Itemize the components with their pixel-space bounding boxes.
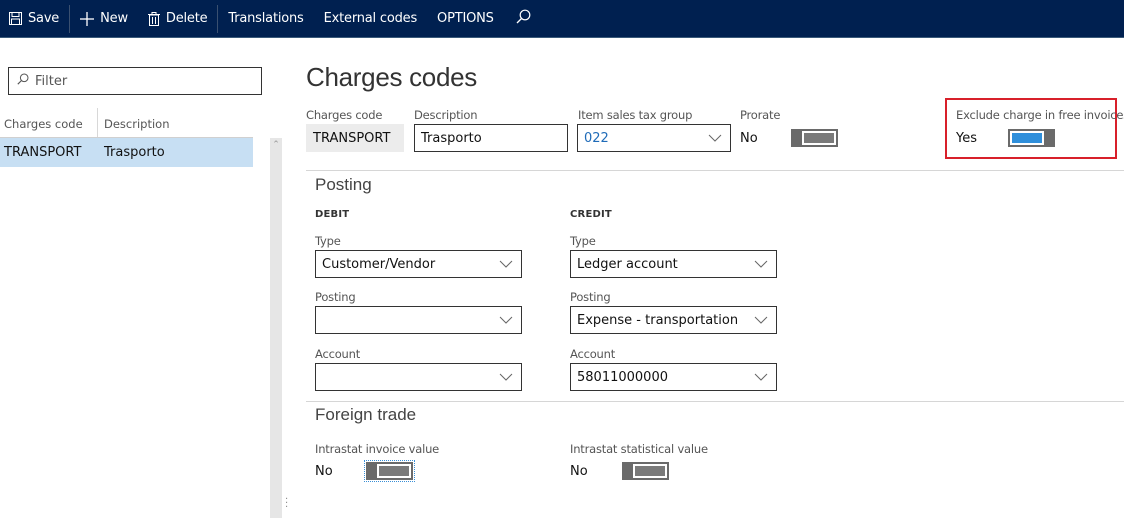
- chevron-down-icon: [754, 373, 768, 381]
- options-tab[interactable]: OPTIONS: [427, 0, 504, 38]
- save-button[interactable]: Save: [0, 0, 69, 38]
- external-codes-button[interactable]: External codes: [314, 0, 427, 38]
- credit-account-value: 58011000000: [577, 369, 668, 385]
- intrastat-invoice-value-label: Intrastat invoice value: [315, 442, 440, 456]
- section-divider: [306, 170, 1124, 171]
- prorate-label: Prorate: [740, 108, 781, 122]
- save-icon: [9, 12, 22, 25]
- credit-type-value: Ledger account: [577, 256, 678, 272]
- column-header-charges-code[interactable]: Charges code: [0, 108, 98, 137]
- chevron-down-icon: [754, 316, 768, 324]
- new-label: New: [100, 11, 128, 26]
- credit-account-label: Account: [570, 347, 616, 361]
- section-divider: [306, 401, 1124, 402]
- search-button[interactable]: [504, 0, 543, 38]
- list-scrollbar[interactable]: ⌃: [270, 138, 282, 518]
- credit-account-dropdown[interactable]: 58011000000: [570, 363, 777, 391]
- chevron-down-icon: [754, 260, 768, 268]
- toggle-track: [377, 464, 411, 478]
- foreign-trade-section-title[interactable]: Foreign trade: [315, 405, 416, 425]
- credit-posting-dropdown[interactable]: Expense - transportation: [570, 306, 777, 334]
- intrastat-invoice-value-toggle[interactable]: [364, 460, 415, 482]
- chevron-down-icon: [499, 316, 513, 324]
- action-bar: Save New Delete Translations External co…: [0, 0, 1124, 38]
- chevron-down-icon: [499, 373, 513, 381]
- filter-input[interactable]: [35, 73, 235, 89]
- exclude-charge-label: Exclude charge in free invoices: [956, 108, 1124, 122]
- new-button[interactable]: New: [70, 0, 138, 38]
- intrastat-statistical-value-toggle[interactable]: [622, 462, 669, 480]
- chevron-down-icon: [708, 134, 722, 142]
- debit-account-dropdown[interactable]: [315, 363, 522, 391]
- credit-type-label: Type: [570, 234, 596, 248]
- intrastat-statistical-value-label: Intrastat statistical value: [570, 442, 708, 456]
- search-icon: [17, 73, 29, 89]
- debit-account-label: Account: [315, 347, 361, 361]
- item-sales-tax-group-value: 022: [584, 130, 609, 146]
- save-label: Save: [28, 11, 60, 26]
- delete-button[interactable]: Delete: [138, 0, 218, 38]
- debit-type-dropdown[interactable]: Customer/Vendor: [315, 250, 522, 278]
- exclude-charge-value: Yes: [956, 131, 977, 146]
- description-label: Description: [414, 108, 478, 122]
- scroll-up-icon[interactable]: ⌃: [270, 138, 282, 152]
- prorate-value: No: [740, 131, 758, 146]
- intrastat-invoice-value-value: No: [315, 464, 333, 479]
- toggle-track: [802, 131, 836, 145]
- translations-button[interactable]: Translations: [218, 0, 313, 38]
- intrastat-statistical-value-value: No: [570, 464, 588, 479]
- grid-header: Charges code Description: [0, 108, 253, 138]
- toggle-track: [633, 464, 667, 478]
- row-description: Trasporto: [104, 145, 165, 160]
- debit-posting-label: Posting: [315, 290, 356, 304]
- credit-type-dropdown[interactable]: Ledger account: [570, 250, 777, 278]
- description-input[interactable]: Trasporto: [414, 124, 568, 152]
- credit-posting-value: Expense - transportation: [577, 312, 739, 328]
- trash-icon: [147, 11, 160, 26]
- debit-type-value: Customer/Vendor: [322, 256, 436, 272]
- debit-type-label: Type: [315, 234, 341, 248]
- filter-box[interactable]: [8, 67, 262, 95]
- exclude-charge-toggle[interactable]: [1008, 129, 1055, 147]
- plus-icon: [80, 11, 95, 26]
- column-header-description[interactable]: Description: [98, 108, 170, 137]
- credit-heading: CREDIT: [570, 209, 612, 220]
- search-icon: [516, 9, 531, 28]
- charges-code-field: TRANSPORT: [306, 124, 404, 152]
- posting-section-title[interactable]: Posting: [315, 175, 372, 195]
- item-sales-tax-group-dropdown[interactable]: 022: [577, 124, 731, 152]
- delete-label: Delete: [165, 11, 208, 26]
- page-title: Charges codes: [306, 62, 477, 92]
- credit-posting-label: Posting: [570, 290, 611, 304]
- chevron-down-icon: [499, 260, 513, 268]
- charges-code-label: Charges code: [306, 108, 383, 122]
- table-row[interactable]: TRANSPORT Trasporto: [0, 138, 253, 167]
- toggle-track: [1010, 131, 1044, 145]
- row-charges-code: TRANSPORT: [4, 145, 82, 160]
- debit-posting-dropdown[interactable]: [315, 306, 522, 334]
- item-sales-tax-group-label: Item sales tax group: [578, 108, 693, 122]
- debit-heading: DEBIT: [315, 209, 350, 220]
- list-pane: Charges code Description TRANSPORT Trasp…: [0, 39, 282, 518]
- pane-splitter-handle[interactable]: · · ·: [285, 495, 289, 513]
- prorate-toggle[interactable]: [791, 129, 838, 147]
